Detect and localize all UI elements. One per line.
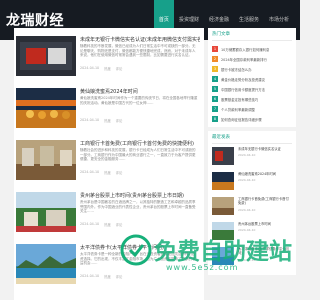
recent-post-thumbnail[interactable] (212, 222, 234, 240)
hot-articles-title: 热门文章 (212, 31, 292, 41)
post-date: 2024-04-10 (80, 66, 100, 70)
post-title[interactable]: 未成年无银行卡微信实名认证(未成年用微信支付需实名认证) (80, 36, 200, 43)
rank-badge: 1 (212, 46, 218, 52)
post-title[interactable]: 太平洋债券卡(太平洋债券卡平卡问问) (80, 244, 200, 251)
hot-article-item[interactable]: 6 股票基金定投有哪些技巧 (212, 94, 292, 104)
rank-badge: 2 (212, 56, 218, 62)
post-item[interactable]: 未成年无银行卡微信实名认证(未成年用微信支付需实名认证) 随着科技的不断发展，微… (16, 32, 202, 78)
hot-article-link[interactable]: 2024年全国存款利率最新排行 (221, 57, 267, 62)
hot-article-link[interactable]: 银行卡被冻结怎么办 (221, 67, 252, 72)
recent-posts-title: 最近发表 (212, 134, 292, 144)
hot-article-item[interactable]: 3 银行卡被冻结怎么办 (212, 64, 292, 74)
post-views: 热度 (104, 119, 111, 123)
post-date: 2024-04-10 (80, 170, 100, 174)
recent-post-item[interactable]: 黄仙娘洗蜜焉2024年时间 2024-04-10 (212, 172, 292, 194)
recent-post-item[interactable]: 太平洋债券卡(太平洋债券卡平卡问问) 2024-04-10 (212, 247, 292, 269)
recent-post-thumbnail[interactable] (212, 172, 234, 190)
post-meta: 2024-04-10 热度 评论 (80, 222, 122, 227)
post-comments: 评论 (115, 67, 123, 71)
post-thumbnail[interactable] (16, 88, 76, 128)
post-excerpt: 黄仙娘洗蜜焉2024年时间作为一个重要的传统节日，将在全国各地举行隆重的庆祝活动… (80, 96, 198, 105)
post-meta: 2024-04-10 热度 评论 (80, 118, 122, 123)
post-meta: 2024-04-10 热度 评论 (80, 66, 122, 71)
post-item[interactable]: 贵州茅台股票上市时间(贵州茅台股票上市日期) 贵州茅台是中国著名的白酒品牌之一，… (16, 188, 202, 234)
post-date: 2024-04-10 (80, 118, 100, 122)
hot-article-link[interactable]: 个人贷款利率最新调整 (221, 107, 255, 112)
post-title[interactable]: 贵州茅台股票上市时间(贵州茅台股票上市日期) (80, 192, 200, 199)
recent-post-title[interactable]: 工商银行卡首免费(工商银行卡首付免费) (238, 197, 292, 206)
post-date: 2024-04-10 (80, 222, 100, 226)
rank-badge: 3 (212, 66, 218, 72)
recent-post-item[interactable]: 未成年无银行卡微信实名认证 2024-04-10 (212, 147, 292, 169)
recent-post-date: 2024-04-10 (238, 257, 256, 262)
post-excerpt: 随着科技的不断发展，微信已经成为人们日常生活中不可或缺的一部分。无论是聊天、购物… (80, 44, 196, 58)
site-logo[interactable]: 龙瑞财经 (6, 10, 154, 30)
post-item[interactable]: 工商银行卡首免费(工商银行卡首付免费的快捷便利) 随着社会的进步和科技的发展，银… (16, 136, 202, 182)
post-comments: 评论 (115, 171, 123, 175)
post-date: 2024-04-10 (80, 274, 100, 278)
recent-post-title[interactable]: 太平洋债券卡(太平洋债券卡平卡问问) (238, 247, 292, 256)
hot-article-item[interactable]: 8 如何查询征信报告详细步骤 (212, 114, 292, 124)
post-item[interactable]: 太平洋债券卡(太平洋债券卡平卡问问) 太平洋债券卡是一种全新的金融产品，旨在为投… (16, 240, 202, 286)
recent-posts-widget: 最近发表 未成年无银行卡微信实名认证 2024-04-10 黄仙娘洗蜜焉2024年… (208, 131, 296, 275)
hot-article-link[interactable]: 中国银行信用卡额度提升方法 (221, 87, 265, 92)
hot-article-item[interactable]: 1 10万储蓄额存入银行如何赚利息 (212, 44, 292, 54)
main-area: 未成年无银行卡微信实名认证(未成年用微信支付需实名认证) 随着科技的不断发展，微… (0, 28, 300, 300)
rank-badge: 6 (212, 96, 218, 102)
hot-article-link[interactable]: 如何查询征信报告详细步骤 (221, 117, 262, 122)
post-views: 热度 (104, 275, 111, 279)
hot-article-item[interactable]: 5 中国银行信用卡额度提升方法 (212, 84, 292, 94)
recent-post-thumbnail[interactable] (212, 147, 234, 165)
post-item[interactable]: 黄仙娘洗蜜焉2024年时间 黄仙娘洗蜜焉2024年时间作为一个重要的传统节日，将… (16, 84, 202, 130)
hot-article-item[interactable]: 7 个人贷款利率最新调整 (212, 104, 292, 114)
post-excerpt: 随着社会的进步和科技的发展，银行卡已经成为人们日常生活中不可或缺的一部分。工商银… (80, 148, 196, 162)
post-thumbnail[interactable] (16, 140, 76, 180)
post-list: 未成年无银行卡微信实名认证(未成年用微信支付需实名认证) 随着科技的不断发展，微… (14, 28, 204, 300)
recent-post-title[interactable]: 未成年无银行卡微信实名认证 (238, 147, 281, 151)
hot-article-item[interactable]: 2 2024年全国存款利率最新排行 (212, 54, 292, 64)
recent-post-item[interactable]: 工商银行卡首免费(工商银行卡首付免费) 2024-04-10 (212, 197, 292, 219)
recent-post-date: 2024-04-10 (238, 228, 256, 233)
post-comments: 评论 (115, 275, 123, 279)
rank-badge: 4 (212, 76, 218, 82)
post-views: 热度 (104, 171, 111, 175)
hot-article-link[interactable]: 股票基金定投有哪些技巧 (221, 97, 258, 102)
hot-article-link[interactable]: 10万储蓄额存入银行如何赚利息 (221, 47, 269, 52)
post-views: 热度 (104, 223, 111, 227)
post-thumbnail[interactable] (16, 192, 76, 232)
recent-post-title[interactable]: 贵州茅台股票上市时间 (238, 222, 271, 226)
recent-post-date: 2024-04-10 (238, 178, 256, 183)
recent-post-date: 2024-04-10 (238, 153, 256, 158)
post-thumbnail[interactable] (16, 36, 76, 76)
post-excerpt: 贵州茅台是中国著名的白酒品牌之一，以其独特的酿造工艺和卓越的品质享誉国内外。作为… (80, 200, 196, 214)
recent-post-thumbnail[interactable] (212, 197, 234, 215)
recent-post-thumbnail[interactable] (212, 247, 234, 265)
post-thumbnail[interactable] (16, 244, 76, 284)
post-excerpt: 太平洋债券卡是一种全新的金融产品，旨在为投资者提供更加灵活多样的投资选择。它的出… (80, 252, 196, 266)
recent-post-item[interactable]: 贵州茅台股票上市时间 2024-04-10 (212, 222, 292, 244)
post-comments: 评论 (115, 119, 123, 123)
hot-articles-widget: 热门文章 1 10万储蓄额存入银行如何赚利息 2 2024年全国存款利率最新排行 3… (208, 28, 296, 127)
rank-badge: 8 (212, 116, 218, 122)
hot-article-link[interactable]: 黄金价格走势分析及投资建议 (221, 77, 265, 82)
rank-badge: 5 (212, 86, 218, 92)
hot-article-item[interactable]: 4 黄金价格走势分析及投资建议 (212, 74, 292, 84)
post-views: 热度 (104, 67, 111, 71)
post-meta: 2024-04-10 热度 评论 (80, 170, 122, 175)
sidebar: 热门文章 1 10万储蓄额存入银行如何赚利息 2 2024年全国存款利率最新排行 3… (208, 28, 296, 300)
post-title[interactable]: 黄仙娘洗蜜焉2024年时间 (80, 88, 200, 95)
post-comments: 评论 (115, 223, 123, 227)
post-title[interactable]: 工商银行卡首免费(工商银行卡首付免费的快捷便利) (80, 140, 200, 147)
recent-post-title[interactable]: 黄仙娘洗蜜焉2024年时间 (238, 172, 276, 176)
page: 龙瑞财经 首页 投资理财 经济金融 生活服务 市场分析 未成年无银行卡微信实名认… (0, 0, 300, 300)
recent-post-date: 2024-04-10 (238, 207, 256, 212)
rank-badge: 7 (212, 106, 218, 112)
post-meta: 2024-04-10 热度 评论 (80, 274, 122, 279)
